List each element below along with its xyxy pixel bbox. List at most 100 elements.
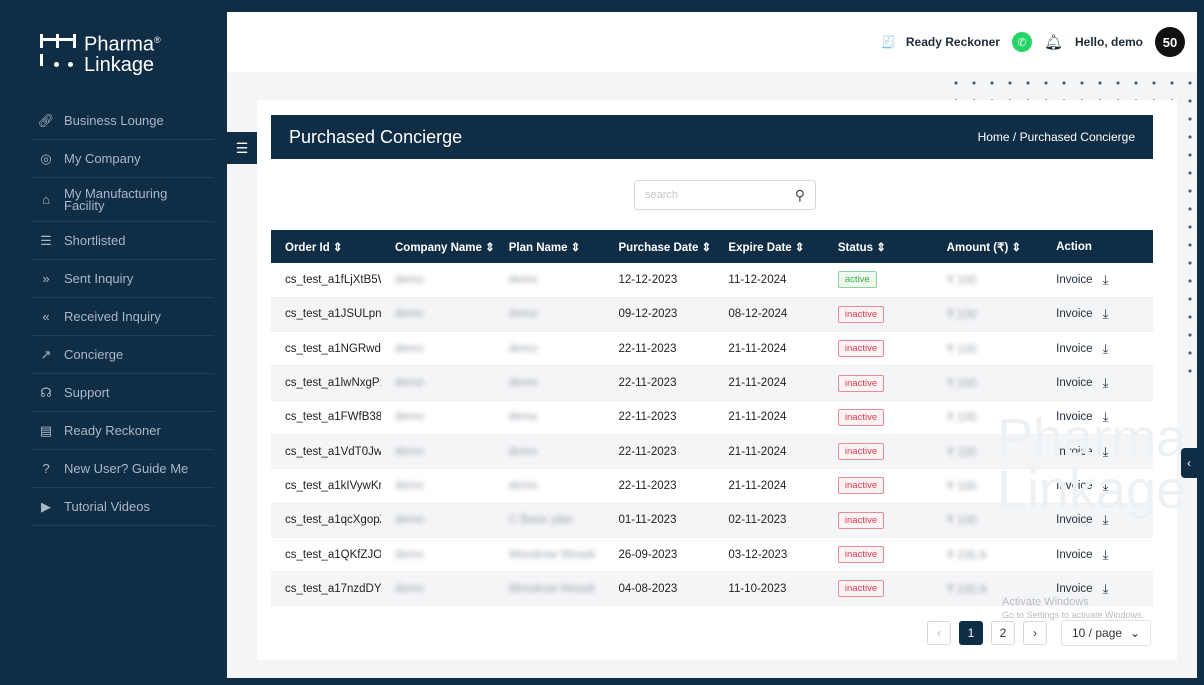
column-header[interactable]: Expire Date ⇕	[714, 230, 823, 263]
order-id-cell: cs_test_a1NGRwdZ	[285, 342, 381, 355]
receipt-icon: 🧾	[880, 35, 896, 49]
pagination: ‹ 1 2 › 10 / page ⌄	[927, 620, 1151, 646]
company-name-cell: demo	[395, 445, 424, 458]
sidebar-item-tutorial-videos[interactable]: ▶ Tutorial Videos	[32, 488, 214, 526]
company-name-cell: demo	[395, 514, 424, 527]
play-icon: ▶	[41, 498, 51, 514]
sidebar-item-label: Support	[64, 385, 110, 400]
column-header[interactable]: Company Name ⇕	[381, 230, 495, 263]
status-badge: inactive	[837, 443, 885, 461]
side-drawer-tab[interactable]: ‹	[1181, 448, 1197, 478]
expire-date-cell: 11-10-2023	[728, 582, 787, 595]
company-name-cell: demo	[395, 411, 424, 424]
brand-logo[interactable]: Pharma® Linkage	[40, 30, 161, 75]
invoice-link[interactable]: Invoice	[1056, 549, 1092, 561]
purchase-date-cell: 22-11-2023	[618, 479, 677, 492]
sidebar-toggle-button[interactable]: ☰	[227, 132, 257, 164]
sidebar-item-label: Ready Reckoner	[64, 423, 161, 438]
link-icon: 🔗︎	[37, 112, 55, 128]
sidebar-item-label: Concierge	[64, 347, 124, 362]
whatsapp-icon[interactable]: ✆	[1011, 32, 1032, 52]
company-name-cell: demo	[395, 548, 424, 561]
sidebar-item-business-lounge[interactable]: 🔗︎ Business Lounge	[32, 102, 214, 140]
sidebar-item-my-company[interactable]: ◎ My Company	[32, 140, 214, 178]
order-id-cell: cs_test_a17nzdDY4	[285, 582, 381, 595]
amount-cell: ₹ 235.9	[946, 549, 986, 562]
status-cell: inactive	[824, 434, 933, 468]
sidebar: Pharma® Linkage 🔗︎ Business Lounge ◎ My Com…	[12, 12, 227, 678]
invoice-link[interactable]: Invoice	[1056, 308, 1092, 320]
download-icon[interactable]: ⤓	[1103, 581, 1109, 597]
sidebar-item-my-manufacturing-facility[interactable]: ⌂ My Manufacturing Facility	[32, 178, 214, 222]
plan-name-cell: demo	[508, 342, 538, 355]
chevron-left-icon: ‹	[1187, 456, 1191, 470]
expire-date-cell: 21-11-2024	[728, 445, 787, 458]
download-icon[interactable]: ⤓	[1103, 341, 1109, 357]
table-row: cs_test_a1fLjXtB5W demo demo 12-12-2023 11-1…	[271, 263, 1153, 298]
invoice-link[interactable]: Invoice	[1056, 274, 1092, 286]
ready-reckoner-link[interactable]: 🧾 Ready Reckoner	[881, 35, 1000, 49]
search-icon[interactable]: ⚲	[795, 187, 805, 204]
invoice-link[interactable]: Invoice	[1056, 377, 1092, 389]
sidebar-item-sent-inquiry[interactable]: » Sent Inquiry	[32, 260, 214, 298]
sidebar-item-concierge[interactable]: ↗ Concierge	[32, 336, 214, 374]
column-header[interactable]: Amount (₹) ⇕	[933, 230, 1042, 263]
status-badge: inactive	[837, 305, 885, 323]
company-name-cell: demo	[395, 377, 424, 390]
sidebar-item-support[interactable]: ☊ Support	[32, 374, 214, 412]
purchase-date-cell: 26-09-2023	[618, 548, 678, 561]
logo-icon	[40, 34, 76, 70]
column-header[interactable]: Status ⇕	[824, 230, 933, 263]
amount-cell: ₹ 100	[946, 274, 977, 287]
page-header: Purchased Concierge Home / Purchased Con…	[271, 115, 1153, 159]
status-cell: inactive	[824, 332, 933, 366]
brand-name: Pharma® Linkage	[84, 33, 161, 76]
sidebar-item-ready-reckoner[interactable]: ▤ Ready Reckoner	[32, 412, 214, 450]
order-id-cell: cs_test_a1fLjXtB5W	[285, 273, 381, 286]
company-name-cell: demo	[395, 273, 424, 286]
sidebar-item-new-user-guide-me[interactable]: ? New User? Guide Me	[32, 450, 214, 488]
order-id-cell: cs_test_a1qcXgopZ	[285, 514, 381, 527]
table-row: cs_test_a1JSULpnL demo demo 09-12-2023 08-12…	[271, 297, 1153, 332]
order-id-cell: cs_test_a1kIVywKrs	[285, 479, 381, 492]
sidebar-item-received-inquiry[interactable]: « Received Inquiry	[32, 298, 214, 336]
column-header[interactable]: Order Id ⇕	[271, 230, 381, 263]
amount-cell: ₹ 100	[946, 343, 977, 356]
bell-icon[interactable]: 🔔︎	[1044, 33, 1063, 51]
download-icon[interactable]: ⤓	[1103, 547, 1109, 563]
column-header: Action	[1056, 240, 1092, 253]
breadcrumb[interactable]: Home / Purchased Concierge	[978, 130, 1135, 144]
company-name-cell: demo	[395, 582, 424, 595]
column-header[interactable]: Purchase Date ⇕	[605, 230, 715, 263]
download-icon[interactable]: ⤓	[1103, 306, 1109, 322]
invoice-link[interactable]: Invoice	[1056, 583, 1092, 595]
expire-date-cell: 08-12-2024	[728, 308, 788, 321]
expire-date-cell: 11-12-2024	[728, 273, 787, 286]
status-cell: inactive	[824, 366, 933, 400]
next-page-button[interactable]: ›	[1023, 621, 1047, 645]
sidebar-item-label: Received Inquiry	[64, 309, 161, 324]
status-cell: inactive	[824, 297, 933, 331]
purchase-date-cell: 12-12-2023	[618, 273, 678, 286]
status-badge: inactive	[837, 340, 885, 358]
column-header[interactable]: Plan Name ⇕	[495, 230, 605, 263]
sidebar-item-shortlisted[interactable]: ☰ Shortlisted	[32, 222, 214, 260]
amount-cell: ₹ 100	[946, 309, 977, 322]
page-size-select[interactable]: 10 / page ⌄	[1061, 620, 1151, 646]
page-size-value: 10 / page	[1072, 626, 1123, 640]
invoice-link[interactable]: Invoice	[1056, 343, 1092, 355]
table-row: cs_test_a1NGRwdZ demo demo 22-11-2023 21-11-…	[271, 332, 1153, 366]
watermark: Pharma Linkage	[997, 408, 1187, 520]
page-1-button[interactable]: 1	[959, 621, 983, 645]
plan-name-cell: demo	[508, 445, 538, 458]
prev-page-button[interactable]: ‹	[927, 621, 951, 645]
plan-name-cell: Woodrow Wesek	[508, 582, 596, 595]
action-cell: Invoice ⤓	[1042, 297, 1153, 331]
user-greeting[interactable]: Hello, demo	[1075, 35, 1143, 49]
trend-icon: ↗	[40, 346, 52, 362]
factory-icon: ⌂	[42, 191, 50, 207]
search-input[interactable]	[645, 189, 795, 201]
page-2-button[interactable]: 2	[991, 621, 1015, 645]
download-icon[interactable]: ⤓	[1103, 272, 1109, 288]
download-icon[interactable]: ⤓	[1103, 375, 1109, 391]
